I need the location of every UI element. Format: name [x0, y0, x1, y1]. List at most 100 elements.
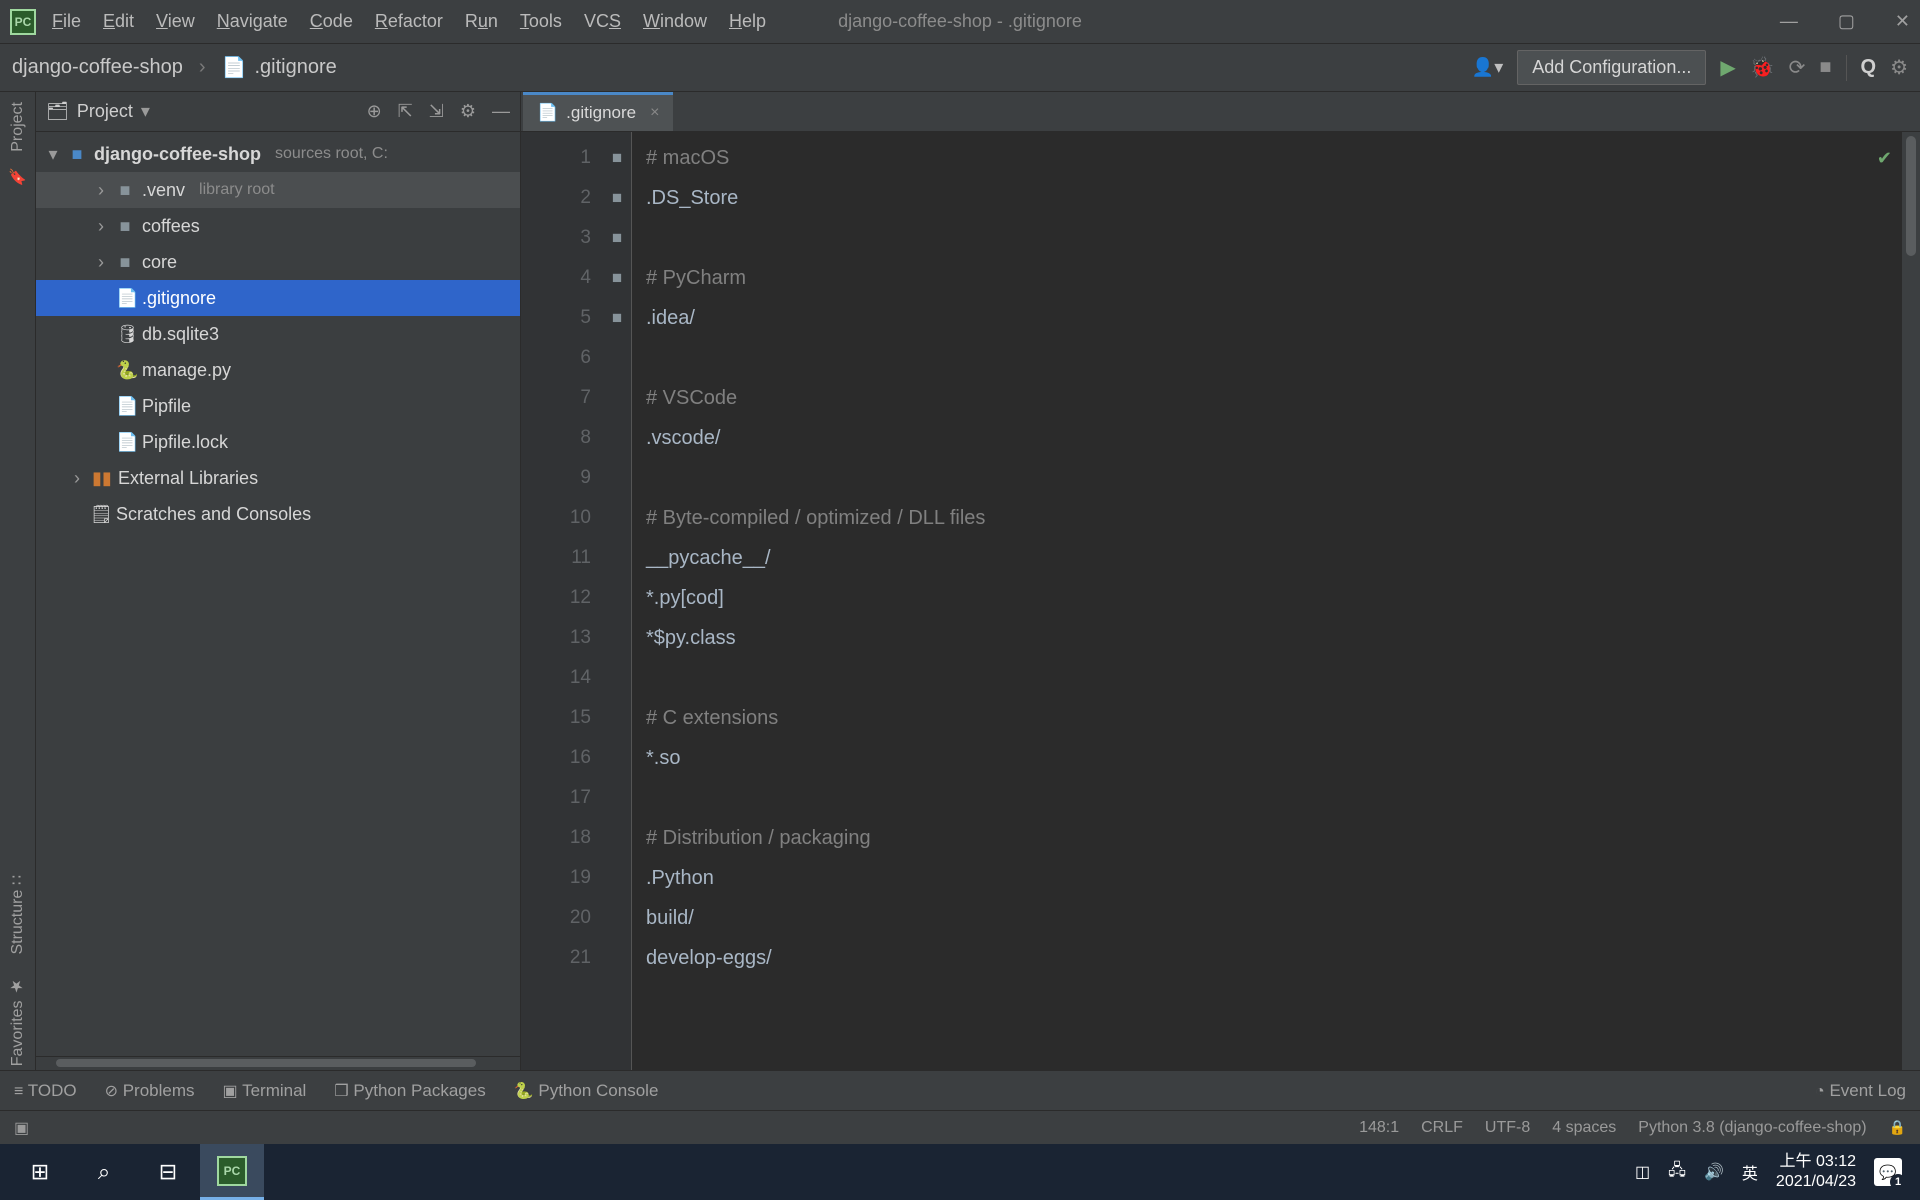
select-opened-file-icon[interactable]: ⊕	[367, 101, 382, 122]
chevron-down-icon[interactable]: ▾	[46, 144, 60, 165]
chevron-right-icon[interactable]: ›	[94, 180, 108, 201]
minimize-button[interactable]: —	[1780, 11, 1798, 32]
run-with-coverage-icon[interactable]: ⟳	[1789, 55, 1806, 80]
project-panel: 🗂 Project ▾ ⊕ ⇱ ⇲ ⚙ — ▾ ■ django-coffee-…	[36, 92, 521, 1070]
search-everywhere-icon[interactable]: Q	[1861, 56, 1877, 79]
action-center-icon[interactable]: 💬	[1874, 1158, 1902, 1186]
stop-icon[interactable]: ■	[1819, 56, 1831, 79]
task-view-button[interactable]: ⊟	[136, 1144, 200, 1200]
menu-code[interactable]: Code	[310, 11, 353, 32]
project-tree[interactable]: ▾ ■ django-coffee-shop sources root, C: …	[36, 132, 520, 1056]
bottom-tool-bar: ≡ TODO ⊘ Problems ▣ Terminal ❒ Python Pa…	[0, 1070, 1920, 1110]
event-log-tab[interactable]: ◔ Event Log	[1815, 1081, 1906, 1101]
tree-file-pipfilelock[interactable]: 📄 Pipfile.lock	[36, 424, 520, 460]
code-area[interactable]: 123456789101112131415161718192021 ■ ■ ■ …	[521, 132, 1920, 1070]
sidebar-horizontal-scrollbar[interactable]	[36, 1056, 520, 1070]
project-view-label[interactable]: Project	[77, 101, 133, 122]
tree-scratches[interactable]: 🗒 Scratches and Consoles	[36, 496, 520, 532]
status-line-separator[interactable]: CRLF	[1421, 1119, 1463, 1137]
status-indent[interactable]: 4 spaces	[1552, 1119, 1616, 1137]
python-packages-tab[interactable]: ❒ Python Packages	[334, 1081, 485, 1101]
menu-window[interactable]: Window	[643, 11, 707, 32]
status-caret-position[interactable]: 148:1	[1359, 1119, 1399, 1137]
editor-tabs: 📄 .gitignore ×	[521, 92, 1920, 132]
inspection-ok-icon[interactable]: ✔	[1877, 138, 1892, 178]
collapse-all-icon[interactable]: ⇲	[429, 101, 444, 122]
status-encoding[interactable]: UTF-8	[1485, 1119, 1530, 1137]
menu-edit[interactable]: Edit	[103, 11, 134, 32]
editor-vertical-scrollbar[interactable]	[1902, 132, 1920, 1070]
main-area: Project 🔖 Structure ∷ Favorites ★ 🗂 Proj…	[0, 92, 1920, 1070]
panel-settings-icon[interactable]: ⚙	[460, 101, 476, 122]
editor-tab-gitignore[interactable]: 📄 .gitignore ×	[523, 92, 673, 131]
close-button[interactable]: ✕	[1895, 11, 1910, 32]
tree-file-pipfile[interactable]: 📄 Pipfile	[36, 388, 520, 424]
editor: 📄 .gitignore × 1234567891011121314151617…	[521, 92, 1920, 1070]
libraries-icon: ▮▮	[92, 468, 110, 489]
run-icon[interactable]: ▶	[1720, 55, 1735, 80]
network-icon[interactable]: 🖧	[1668, 1159, 1686, 1186]
breadcrumb-file[interactable]: .gitignore	[254, 56, 336, 79]
tree-file-dbsqlite3[interactable]: 🛢 db.sqlite3	[36, 316, 520, 352]
project-tool-tab[interactable]: Project	[9, 98, 27, 154]
todo-tab[interactable]: ≡ TODO	[14, 1081, 77, 1101]
menu-vcs[interactable]: VCS	[584, 11, 621, 32]
python-console-tab[interactable]: 🐍 Python Console	[514, 1081, 659, 1101]
add-configuration-button[interactable]: Add Configuration...	[1517, 50, 1706, 85]
hide-panel-icon[interactable]: —	[492, 101, 510, 122]
fold-gutter[interactable]: ■ ■ ■ ■■	[603, 132, 631, 1070]
close-tab-icon[interactable]: ×	[650, 104, 659, 122]
battery-icon[interactable]: ◫	[1635, 1162, 1650, 1182]
code-body[interactable]: ✔ # macOS.DS_Store # PyCharm.idea/ # VSC…	[631, 132, 1902, 1070]
bookmark-icon[interactable]: 🔖	[8, 168, 27, 186]
breadcrumb-root[interactable]: django-coffee-shop	[12, 56, 183, 79]
tree-root[interactable]: ▾ ■ django-coffee-shop sources root, C:	[36, 136, 520, 172]
menu-help[interactable]: Help	[729, 11, 766, 32]
tree-file-managepy[interactable]: 🐍 manage.py	[36, 352, 520, 388]
menu-view[interactable]: View	[156, 11, 195, 32]
chevron-right-icon[interactable]: ›	[94, 252, 108, 273]
line-number-gutter[interactable]: 123456789101112131415161718192021	[521, 132, 603, 1070]
menu-navigate[interactable]: Navigate	[217, 11, 288, 32]
tool-windows-toggle-icon[interactable]: ▣	[14, 1118, 29, 1138]
tree-file-gitignore[interactable]: 📄 .gitignore	[36, 280, 520, 316]
terminal-tab[interactable]: ▣ Terminal	[223, 1081, 307, 1101]
menu-file[interactable]: File	[52, 11, 81, 32]
menu-refactor[interactable]: Refactor	[375, 11, 443, 32]
code-with-me-icon[interactable]: 👤▾	[1472, 57, 1503, 78]
search-button[interactable]: ⌕	[72, 1144, 136, 1200]
pycharm-taskbar-button[interactable]: PC	[200, 1144, 264, 1200]
window-title: django-coffee-shop - .gitignore	[838, 11, 1082, 32]
ime-indicator[interactable]: 英	[1742, 1160, 1758, 1184]
expand-all-icon[interactable]: ⇱	[398, 101, 413, 122]
tree-external-libraries[interactable]: › ▮▮ External Libraries	[36, 460, 520, 496]
chevron-down-icon[interactable]: ▾	[141, 101, 150, 122]
volume-icon[interactable]: 🔊	[1704, 1162, 1724, 1182]
status-interpreter[interactable]: Python 3.8 (django-coffee-shop)	[1638, 1119, 1866, 1137]
folder-icon: ■	[68, 144, 86, 165]
main-menu: File Edit View Navigate Code Refactor Ru…	[52, 11, 766, 32]
tree-folder-core[interactable]: › ■ core	[36, 244, 520, 280]
tree-folder-coffees[interactable]: › ■ coffees	[36, 208, 520, 244]
separator	[1846, 55, 1847, 81]
chevron-right-icon[interactable]: ›	[94, 216, 108, 237]
start-button[interactable]: ⊞	[8, 1144, 72, 1200]
settings-icon[interactable]: ⚙	[1890, 55, 1908, 80]
structure-tool-tab[interactable]: Structure ∷	[8, 871, 27, 959]
chevron-right-icon[interactable]: ›	[70, 468, 84, 489]
breadcrumb[interactable]: django-coffee-shop › 📄 .gitignore	[12, 55, 337, 80]
debug-icon[interactable]: 🐞	[1750, 55, 1775, 80]
folder-icon: ■	[116, 180, 134, 201]
lock-icon[interactable]: 🔒	[1889, 1119, 1906, 1136]
maximize-button[interactable]: ▢	[1838, 11, 1855, 32]
project-panel-header: 🗂 Project ▾ ⊕ ⇱ ⇲ ⚙ —	[36, 92, 520, 132]
folder-icon: ■	[116, 252, 134, 273]
problems-tab[interactable]: ⊘ Problems	[105, 1081, 195, 1101]
favorites-tool-tab[interactable]: Favorites ★	[8, 973, 27, 1070]
tree-folder-venv[interactable]: › ■ .venv library root	[36, 172, 520, 208]
clock[interactable]: 上午 03:12 2021/04/23	[1776, 1152, 1856, 1192]
menu-run[interactable]: Run	[465, 11, 498, 32]
menu-tools[interactable]: Tools	[520, 11, 562, 32]
left-tool-strip: Project 🔖 Structure ∷ Favorites ★	[0, 92, 36, 1070]
titlebar: PC File Edit View Navigate Code Refactor…	[0, 0, 1920, 44]
